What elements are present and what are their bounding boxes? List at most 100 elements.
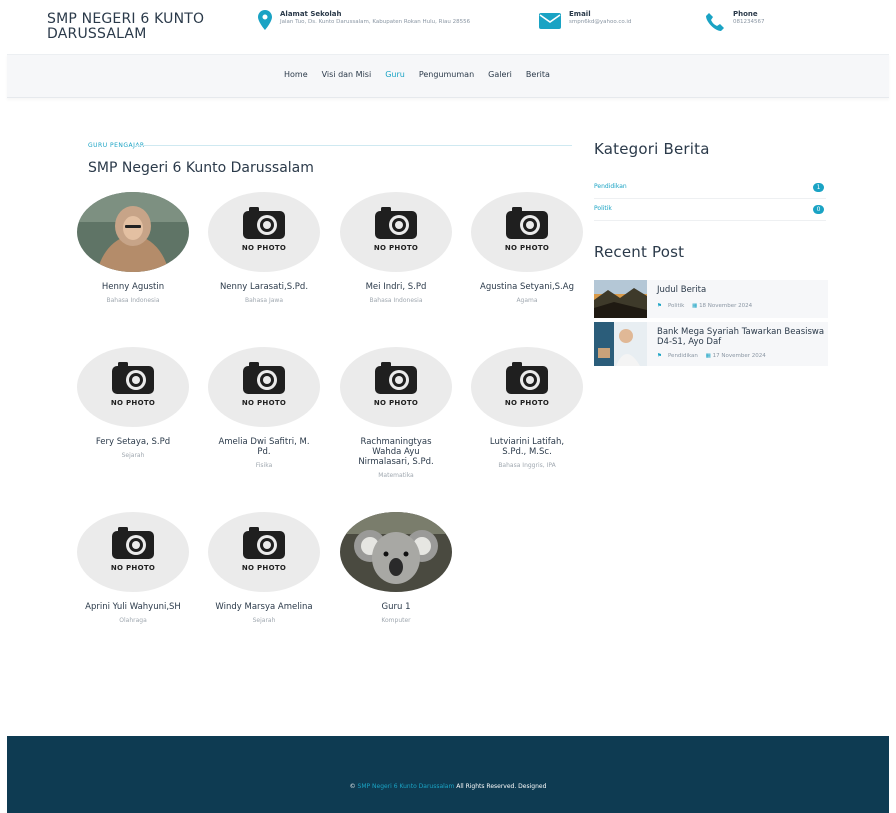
phone-contact: Phone 081234567 bbox=[705, 10, 825, 36]
map-marker-icon bbox=[258, 10, 272, 34]
teacher-card[interactable]: NO PHOTO Aprini Yuli Wahyuni,SH Olahraga bbox=[77, 512, 189, 624]
teacher-subject: Fisika bbox=[255, 462, 273, 469]
no-photo-placeholder[interactable]: NO PHOTO bbox=[340, 192, 452, 272]
teacher-name[interactable]: Fery Setaya, S.Pd bbox=[77, 437, 189, 447]
camera-icon bbox=[112, 362, 154, 394]
recent-post-item[interactable]: Bank Mega Syariah Tawarkan Beasiswa D4-S… bbox=[594, 322, 828, 366]
no-photo-placeholder[interactable]: NO PHOTO bbox=[208, 192, 320, 272]
teacher-name[interactable]: Agustina Setyani,S.Ag bbox=[471, 282, 583, 292]
teacher-subject: Olahraga bbox=[119, 617, 147, 624]
address-label: Alamat Sekolah bbox=[280, 10, 342, 18]
teacher-name[interactable]: Guru 1 bbox=[340, 602, 452, 612]
top-header: SMP NEGERI 6 KUNTO DARUSSALAM Alamat Sek… bbox=[0, 0, 896, 54]
email-value[interactable]: smpn6kd@yahoo.co.id bbox=[569, 19, 631, 26]
email-label: Email bbox=[569, 10, 591, 18]
no-photo-placeholder[interactable]: NO PHOTO bbox=[208, 347, 320, 427]
teacher-subject: Matematika bbox=[378, 472, 414, 479]
teacher-name[interactable]: Aprini Yuli Wahyuni,SH bbox=[77, 602, 189, 612]
no-photo-placeholder[interactable]: NO PHOTO bbox=[340, 347, 452, 427]
teacher-name[interactable]: Mei Indri, S.Pd bbox=[340, 282, 452, 292]
teacher-subject: Bahasa Inggris, IPA bbox=[498, 462, 556, 469]
post-date: 17 November 2024 bbox=[712, 353, 766, 359]
address-value: Jalan Tuo, Ds. Kunto Darussalam, Kabupat… bbox=[280, 19, 471, 25]
no-photo-label: NO PHOTO bbox=[241, 399, 287, 407]
post-category[interactable]: Politik bbox=[668, 303, 684, 309]
post-thumbnail-graduate[interactable] bbox=[594, 322, 647, 366]
teacher-card[interactable]: NO PHOTO Agustina Setyani,S.Ag Agama bbox=[471, 192, 583, 304]
phone-label: Phone bbox=[733, 10, 758, 18]
teacher-subject: Sejarah bbox=[252, 617, 276, 624]
categories-title: Kategori Berita bbox=[594, 140, 710, 158]
nav-item-home[interactable]: Home bbox=[284, 70, 308, 79]
tag-icon: ⚑ bbox=[657, 303, 662, 309]
category-label[interactable]: Politik bbox=[594, 205, 612, 212]
nav-item-berita[interactable]: Berita bbox=[526, 70, 550, 79]
camera-icon bbox=[506, 362, 548, 394]
teacher-subject: Bahasa Indonesia bbox=[369, 297, 423, 304]
post-category[interactable]: Pendidikan bbox=[668, 353, 698, 359]
nav-item-galeri[interactable]: Galeri bbox=[488, 70, 512, 79]
post-title[interactable]: Judul Berita bbox=[657, 285, 827, 295]
calendar-icon: ▦ bbox=[705, 353, 711, 359]
teacher-subject: Bahasa Jawa bbox=[244, 297, 283, 304]
no-photo-label: NO PHOTO bbox=[373, 244, 419, 252]
teacher-card[interactable]: NO PHOTO Amelia Dwi Safitri, M. Pd. Fisika bbox=[208, 347, 320, 469]
teacher-photo[interactable] bbox=[77, 192, 189, 272]
recent-post-item[interactable]: Judul Berita ⚑ Politik ▦ 18 November 2024 bbox=[594, 280, 828, 318]
teacher-card[interactable]: NO PHOTO Mei Indri, S.Pd Bahasa Indonesia bbox=[340, 192, 452, 304]
teacher-subject: Sejarah bbox=[121, 452, 145, 459]
teacher-name[interactable]: Nenny Larasati,S.Pd. bbox=[208, 282, 320, 292]
category-row[interactable]: Politik 0 bbox=[594, 199, 826, 221]
no-photo-label: NO PHOTO bbox=[504, 244, 550, 252]
teacher-card[interactable]: Henny Agustin Bahasa Indonesia bbox=[77, 192, 189, 304]
footer-rights: All Rights Reserved. Designed bbox=[456, 783, 547, 790]
teacher-card[interactable]: NO PHOTO Fery Setaya, S.Pd Sejarah bbox=[77, 347, 189, 459]
page-title: SMP Negeri 6 Kunto Darussalam bbox=[88, 160, 314, 176]
post-date: 18 November 2024 bbox=[699, 303, 753, 309]
post-title[interactable]: Bank Mega Syariah Tawarkan Beasiswa D4-S… bbox=[657, 327, 827, 347]
tag-icon: ⚑ bbox=[657, 353, 662, 359]
teacher-name[interactable]: Henny Agustin bbox=[77, 282, 189, 292]
teacher-name[interactable]: Windy Marsya Amelina bbox=[208, 602, 320, 612]
post-thumbnail-landscape[interactable] bbox=[594, 280, 647, 318]
no-photo-label: NO PHOTO bbox=[373, 399, 419, 407]
nav-item-visi-misi[interactable]: Visi dan Misi bbox=[322, 70, 372, 79]
category-count-badge: 0 bbox=[813, 205, 824, 214]
teacher-card[interactable]: NO PHOTO Nenny Larasati,S.Pd. Bahasa Jawa bbox=[208, 192, 320, 304]
teacher-card[interactable]: NO PHOTO Windy Marsya Amelina Sejarah bbox=[208, 512, 320, 624]
camera-icon bbox=[506, 207, 548, 239]
camera-icon bbox=[375, 207, 417, 239]
copyright-symbol: © bbox=[349, 783, 356, 790]
no-photo-placeholder[interactable]: NO PHOTO bbox=[77, 512, 189, 592]
teacher-name[interactable]: Rachmaningtyas Wahda Ayu Nirmalasari, S.… bbox=[340, 437, 452, 467]
email-contact: Email smpn6kd@yahoo.co.id bbox=[539, 10, 669, 33]
category-row[interactable]: Pendidikan 1 bbox=[594, 177, 826, 199]
teacher-card[interactable]: NO PHOTO Rachmaningtyas Wahda Ayu Nirmala… bbox=[340, 347, 452, 479]
teacher-subject: Agama bbox=[516, 297, 538, 304]
camera-icon bbox=[243, 527, 285, 559]
no-photo-placeholder[interactable]: NO PHOTO bbox=[208, 512, 320, 592]
recent-post-title: Recent Post bbox=[594, 243, 685, 261]
no-photo-placeholder[interactable]: NO PHOTO bbox=[471, 347, 583, 427]
no-photo-label: NO PHOTO bbox=[241, 244, 287, 252]
no-photo-placeholder[interactable]: NO PHOTO bbox=[77, 347, 189, 427]
no-photo-placeholder[interactable]: NO PHOTO bbox=[471, 192, 583, 272]
site-footer: © SMP Negeri 6 Kunto Darussalam All Righ… bbox=[7, 736, 889, 813]
post-meta: ⚑ Pendidikan ▦ 17 November 2024 bbox=[657, 353, 766, 359]
post-meta: ⚑ Politik ▦ 18 November 2024 bbox=[657, 303, 752, 309]
teacher-card[interactable]: Guru 1 Komputer bbox=[340, 512, 452, 624]
teacher-card[interactable]: NO PHOTO Lutviarini Latifah, S.Pd., M.Sc.… bbox=[471, 347, 583, 469]
nav-menu: Home Visi dan Misi Guru Pengumuman Galer… bbox=[284, 70, 564, 79]
footer-brand-link[interactable]: SMP Negeri 6 Kunto Darussalam bbox=[358, 783, 455, 790]
teacher-name[interactable]: Amelia Dwi Safitri, M. Pd. bbox=[208, 437, 320, 457]
nav-item-guru[interactable]: Guru bbox=[385, 70, 405, 79]
teacher-subject: Komputer bbox=[381, 617, 411, 624]
teacher-name[interactable]: Lutviarini Latifah, S.Pd., M.Sc. bbox=[471, 437, 583, 457]
site-brand[interactable]: SMP NEGERI 6 KUNTO DARUSSALAM bbox=[47, 12, 247, 42]
camera-icon bbox=[375, 362, 417, 394]
nav-item-pengumuman[interactable]: Pengumuman bbox=[419, 70, 474, 79]
teacher-photo[interactable] bbox=[340, 512, 452, 592]
teacher-subject: Bahasa Indonesia bbox=[106, 297, 160, 304]
phone-value[interactable]: 081234567 bbox=[733, 19, 765, 26]
category-label[interactable]: Pendidikan bbox=[594, 183, 627, 190]
